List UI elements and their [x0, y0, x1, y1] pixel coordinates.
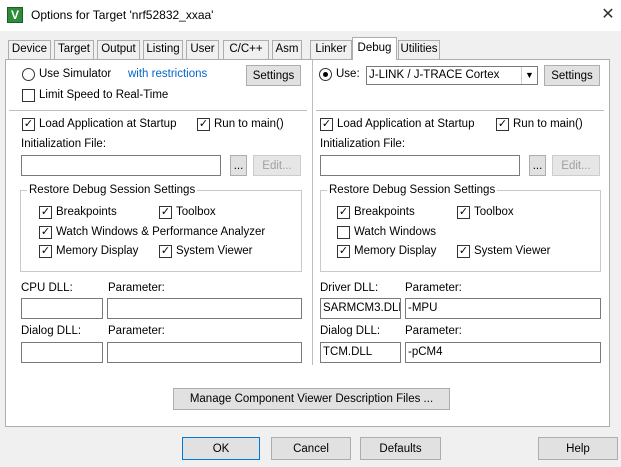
right-init-file-input[interactable]: [320, 155, 520, 176]
tab-asm[interactable]: Asm: [272, 40, 302, 59]
left-dialog-param-input[interactable]: [107, 342, 302, 363]
limit-speed-label: Limit Speed to Real-Time: [39, 89, 169, 101]
right-sysviewer-label: System Viewer: [474, 245, 551, 257]
right-load-app-label: Load Application at Startup: [337, 118, 475, 130]
tab-device[interactable]: Device: [8, 40, 51, 59]
left-run-to-main-label: Run to main(): [214, 118, 284, 130]
left-dialog-param-label: Parameter:: [108, 325, 165, 337]
debugger-select-value: J-LINK / J-TRACE Cortex: [369, 69, 500, 81]
right-dialog-param-label: Parameter:: [405, 325, 462, 337]
app-icon: V: [7, 7, 23, 23]
use-simulator-radio[interactable]: [22, 68, 35, 81]
left-edit-button[interactable]: Edit...: [253, 155, 301, 176]
right-watch-label: Watch Windows: [354, 226, 437, 238]
chevron-down-icon[interactable]: ▼: [521, 67, 537, 84]
tab-utilities[interactable]: Utilities: [398, 40, 440, 59]
right-sysviewer-checkbox[interactable]: ✓: [457, 245, 470, 258]
right-toolbox-label: Toolbox: [474, 206, 514, 218]
tab-output[interactable]: Output: [97, 40, 140, 59]
left-load-app-label: Load Application at Startup: [39, 118, 177, 130]
debugger-settings-button[interactable]: Settings: [544, 65, 600, 86]
left-init-file-label: Initialization File:: [21, 138, 107, 150]
title-bar: V Options for Target 'nrf52832_xxaa' ✕: [0, 0, 621, 31]
tab-listing[interactable]: Listing: [143, 40, 183, 59]
cancel-button[interactable]: Cancel: [271, 437, 351, 460]
ok-button[interactable]: OK: [182, 437, 260, 460]
right-breakpoints-checkbox[interactable]: ✓: [337, 206, 350, 219]
cpu-dll-label: CPU DLL:: [21, 282, 73, 294]
right-memory-checkbox[interactable]: ✓: [337, 245, 350, 258]
driver-dll-label: Driver DLL:: [320, 282, 379, 294]
left-toolbox-label: Toolbox: [176, 206, 216, 218]
left-breakpoints-label: Breakpoints: [56, 206, 117, 218]
column-separator: [312, 60, 313, 365]
left-init-file-input[interactable]: [21, 155, 221, 176]
right-load-app-checkbox[interactable]: ✓: [320, 118, 333, 131]
right-browse-button[interactable]: ...: [529, 155, 546, 176]
use-debugger-radio[interactable]: [319, 68, 332, 81]
use-simulator-label: Use Simulator: [39, 68, 112, 80]
tab-debug[interactable]: Debug: [352, 37, 397, 60]
close-icon[interactable]: ✕: [598, 4, 618, 26]
left-watch-checkbox[interactable]: ✓: [39, 226, 52, 239]
right-memory-label: Memory Display: [354, 245, 437, 257]
right-restore-group-label: Restore Debug Session Settings: [327, 184, 498, 197]
use-label: Use:: [336, 68, 360, 80]
left-breakpoints-checkbox[interactable]: ✓: [39, 206, 52, 219]
right-separator: [316, 110, 604, 111]
window-title: Options for Target 'nrf52832_xxaa': [31, 8, 214, 22]
left-run-to-main-checkbox[interactable]: ✓: [197, 118, 210, 131]
left-load-app-checkbox[interactable]: ✓: [22, 118, 35, 131]
cpu-param-label: Parameter:: [108, 282, 165, 294]
left-dialog-dll-label: Dialog DLL:: [21, 325, 82, 337]
right-dialog-dll-label: Dialog DLL:: [320, 325, 381, 337]
left-watch-label: Watch Windows & Performance Analyzer: [56, 226, 266, 238]
left-restore-group-label: Restore Debug Session Settings: [27, 184, 198, 197]
cpu-param-input[interactable]: [107, 298, 302, 319]
right-toolbox-checkbox[interactable]: ✓: [457, 206, 470, 219]
right-run-to-main-label: Run to main(): [513, 118, 583, 130]
defaults-button[interactable]: Defaults: [360, 437, 441, 460]
right-edit-button[interactable]: Edit...: [552, 155, 600, 176]
driver-param-label: Parameter:: [405, 282, 462, 294]
left-sysviewer-label: System Viewer: [176, 245, 253, 257]
manage-component-viewer-button[interactable]: Manage Component Viewer Description File…: [173, 388, 450, 410]
right-run-to-main-checkbox[interactable]: ✓: [496, 118, 509, 131]
limit-speed-checkbox[interactable]: [22, 89, 35, 102]
with-restrictions-link[interactable]: with restrictions: [128, 68, 207, 81]
tab-target[interactable]: Target: [54, 40, 94, 59]
driver-dll-input[interactable]: SARMCM3.DLL: [320, 298, 401, 319]
help-button[interactable]: Help: [538, 437, 618, 460]
tab-user[interactable]: User: [186, 40, 219, 59]
right-dialog-dll-input[interactable]: TCM.DLL: [320, 342, 401, 363]
cpu-dll-input[interactable]: [21, 298, 103, 319]
right-init-file-label: Initialization File:: [320, 138, 406, 150]
right-dialog-param-input[interactable]: -pCM4: [405, 342, 601, 363]
tab-c-cpp[interactable]: C/C++: [223, 40, 269, 59]
left-separator: [9, 110, 307, 111]
left-memory-label: Memory Display: [56, 245, 139, 257]
left-dialog-dll-input[interactable]: [21, 342, 103, 363]
right-breakpoints-label: Breakpoints: [354, 206, 415, 218]
tab-linker[interactable]: Linker: [310, 40, 352, 59]
driver-param-input[interactable]: -MPU: [405, 298, 601, 319]
right-watch-checkbox[interactable]: [337, 226, 350, 239]
left-memory-checkbox[interactable]: ✓: [39, 245, 52, 258]
simulator-settings-button[interactable]: Settings: [246, 65, 301, 86]
left-browse-button[interactable]: ...: [230, 155, 247, 176]
left-sysviewer-checkbox[interactable]: ✓: [159, 245, 172, 258]
left-toolbox-checkbox[interactable]: ✓: [159, 206, 172, 219]
debugger-select[interactable]: J-LINK / J-TRACE Cortex ▼: [366, 66, 538, 85]
